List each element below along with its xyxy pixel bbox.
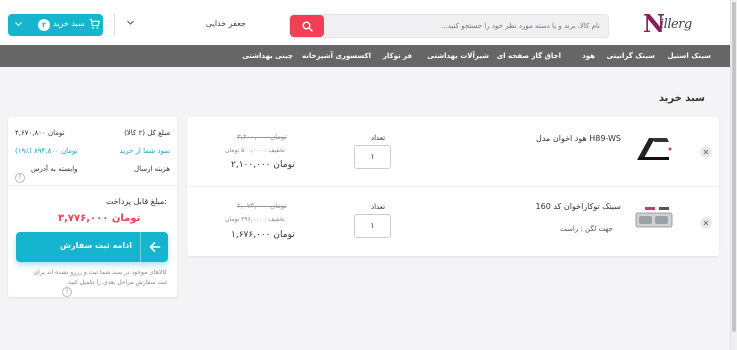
final-price: ۱,۶۷۶,۰۰۰ تومان [231, 230, 295, 240]
shipping-help-icon[interactable]: ? [15, 164, 25, 183]
page-title: سبد خرید [658, 93, 705, 104]
total-label: مبلغ کل (۲ کالا) [124, 129, 170, 137]
old-price: ۳,۲۰۰,۰۰۰ تومان [237, 133, 287, 141]
old-price: ۲,۰۷۳,۰۰۰ تومان [237, 202, 287, 210]
header-divider [114, 14, 115, 36]
nav-item-kitchen-accessory[interactable]: اکسسوری آشپزخانه [302, 45, 371, 67]
cart-item: سینک توکاراخوان کد 160 جهت لگن : راست تع… [187, 186, 719, 255]
nav-item-granite-sink[interactable]: سینک گرانیتی [607, 45, 655, 67]
order-summary: مبلغ کل (۲ کالا) ۴,۶۷۰,۸۰۰ تومان سود شما… [8, 117, 177, 297]
category-nav: سینک استیل سینک گرانیتی هود اجاق گاز صفح… [0, 45, 737, 67]
cart-button[interactable]: ۲ سبد خرید [8, 14, 103, 36]
continue-order-button[interactable]: ادامه ثبت سفارش [16, 232, 168, 262]
product-image-hood[interactable] [633, 134, 673, 162]
nav-item-steel-sink[interactable]: سینک استیل [668, 45, 711, 67]
nav-item-built-in-oven[interactable]: فر توکار [383, 45, 412, 67]
arrow-left-icon [140, 232, 168, 262]
close-icon [703, 220, 709, 226]
quantity-label: تعداد [370, 134, 386, 142]
cart-item: هود اخوان مدل H89-WS تعداد ۱ ۳,۲۰۰,۰۰۰ ت… [187, 117, 719, 186]
product-name[interactable]: هود اخوان مدل H89-WS [536, 134, 621, 143]
cart-items-panel: هود اخوان مدل H89-WS تعداد ۱ ۳,۲۰۰,۰۰۰ ت… [187, 117, 719, 256]
site-header: N illerg جعفر خدایی ۲ سبد خرید [0, 0, 737, 45]
product-name[interactable]: سینک توکاراخوان کد 160 [536, 202, 621, 211]
profit-label: سود شما از خرید [119, 147, 170, 155]
nav-item-faucets[interactable]: شیرآلات بهداشتی [427, 45, 489, 67]
search-button[interactable] [290, 15, 324, 37]
profit-value: (۱۹٪) ۸۹۴,۸۰۰ تومان [15, 147, 78, 155]
nav-item-sanitary[interactable]: چینی بهداشتی [242, 45, 293, 67]
cart-label: سبد خرید [53, 19, 85, 28]
chevron-down-icon [127, 20, 134, 25]
logo-text: illerg [660, 17, 692, 32]
close-icon [703, 149, 709, 155]
shipping-label: هزینه ارسال [133, 165, 170, 173]
remove-item-button[interactable] [700, 146, 712, 158]
nav-item-gas-hob[interactable]: اجاق گاز صفحه ای [497, 45, 561, 67]
continue-order-label: ادامه ثبت سفارش [60, 241, 132, 250]
user-name: جعفر خدایی [205, 19, 246, 28]
final-price: ۲,۱۰۰,۰۰۰ تومان [231, 160, 295, 170]
discount-amount: تخفیف : ۳۹۶,۰۰۰ تومان [225, 216, 285, 223]
reservation-note: کالاهای موجود در سبد شما ثبت و رزرو نشده… [33, 269, 167, 286]
shipping-value: وابسته به آدرس [31, 165, 78, 173]
total-value: ۴,۶۷۰,۸۰۰ تومان [15, 129, 65, 137]
brand-logo[interactable]: N illerg [643, 11, 705, 37]
discount-amount: تخفیف : ۵۰۰,۰۰۰ تومان [225, 147, 285, 154]
summary-divider [8, 185, 177, 186]
search-bar [289, 14, 609, 38]
quantity-label: تعداد [370, 203, 386, 211]
nav-item-hood[interactable]: هود [582, 45, 595, 67]
quantity-input[interactable]: ۱ [354, 145, 391, 169]
product-image-sink[interactable] [633, 203, 673, 231]
payable-label: مبلغ قابل پرداخت: [105, 197, 167, 206]
payable-value: ۳,۷۷۶,۰۰۰ تومان [58, 213, 141, 224]
product-attribute: جهت لگن : راست [560, 225, 613, 233]
search-input[interactable] [326, 15, 606, 37]
search-icon [302, 21, 313, 32]
note-help-icon[interactable]: ? [62, 278, 72, 297]
user-menu[interactable]: جعفر خدایی [126, 16, 246, 36]
page-scrollbar[interactable] [730, 0, 737, 350]
chevron-down-icon [15, 22, 22, 27]
remove-item-button[interactable] [700, 217, 712, 229]
cart-count-badge: ۲ [38, 19, 50, 31]
scrollbar-thumb[interactable] [732, 2, 736, 332]
cart-icon [89, 18, 100, 29]
quantity-input[interactable]: ۱ [354, 214, 391, 238]
